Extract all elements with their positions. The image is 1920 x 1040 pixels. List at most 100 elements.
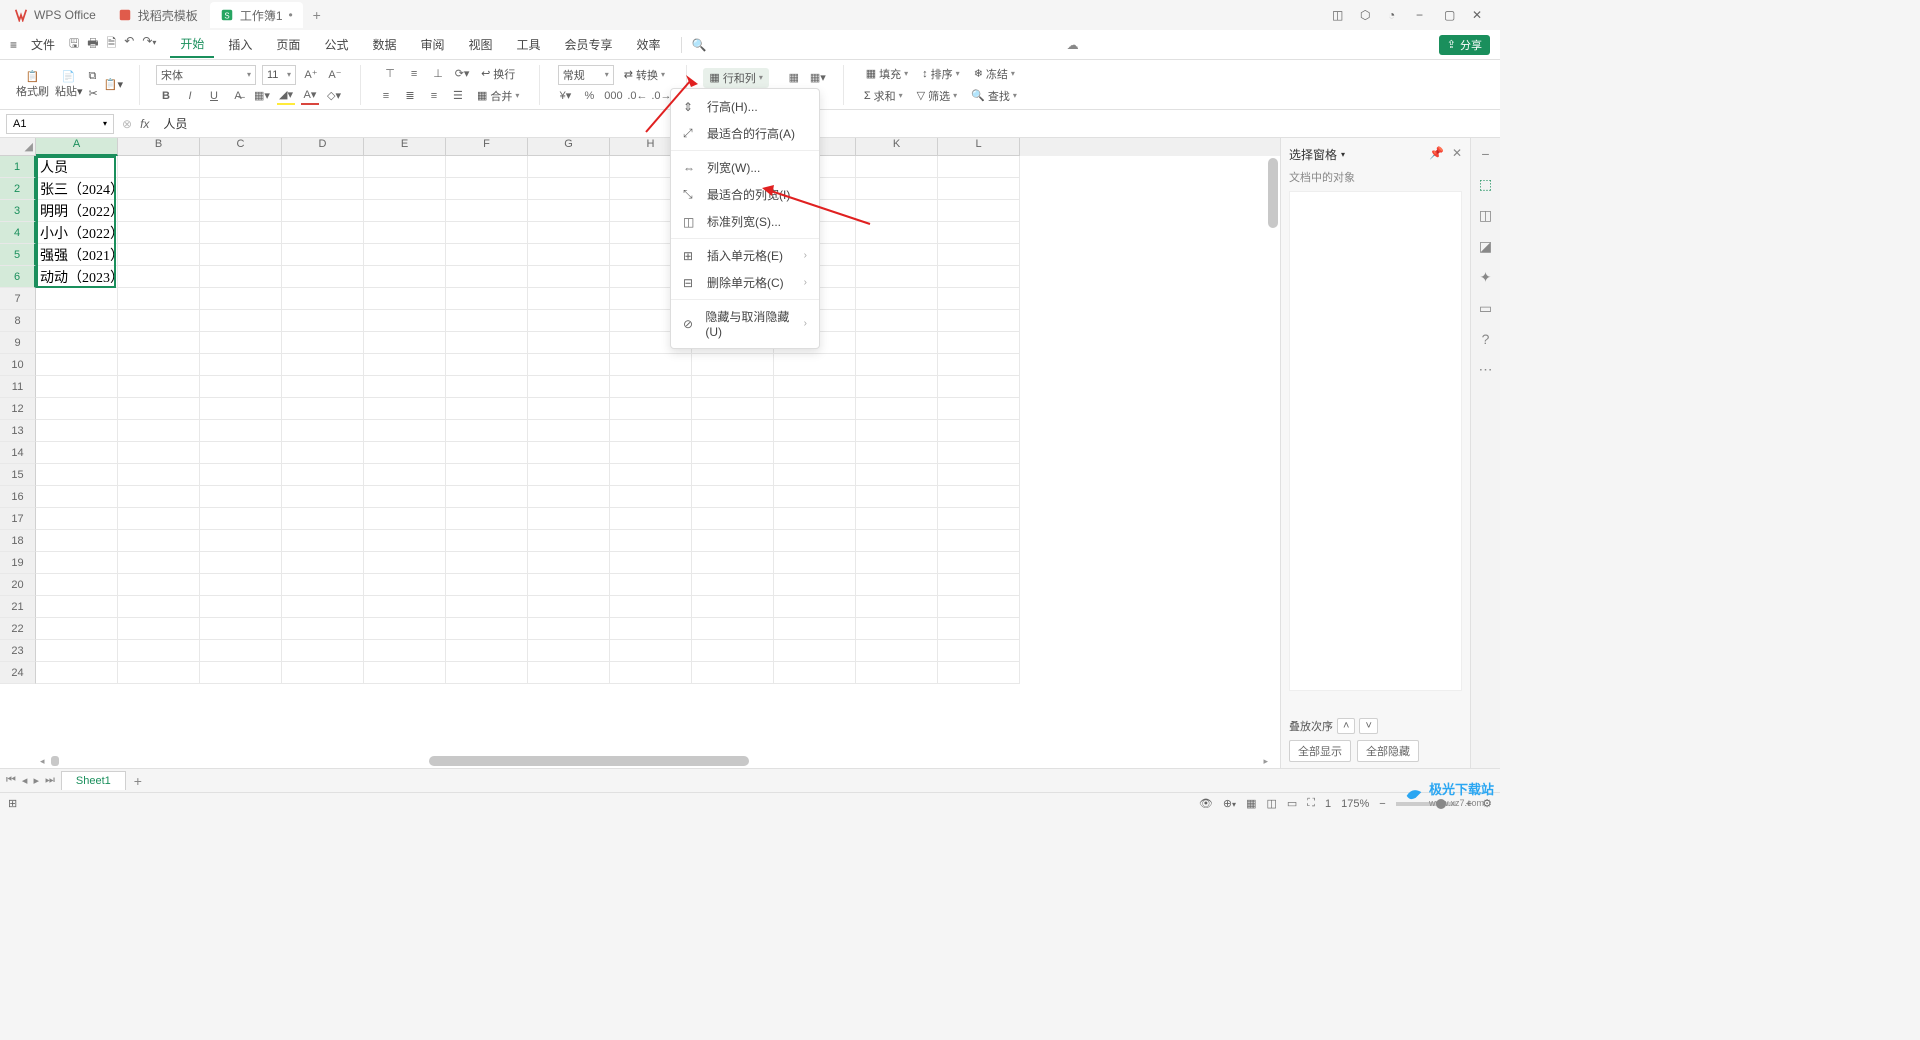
col-header[interactable]: E [364, 138, 446, 156]
font-name-select[interactable]: 宋体▾ [156, 65, 256, 85]
underline-icon[interactable]: U [205, 87, 223, 105]
rail-history-icon[interactable]: ▭ [1479, 300, 1492, 317]
cell[interactable] [446, 398, 528, 420]
cell[interactable] [36, 420, 118, 442]
sum-button[interactable]: Σ 求和▾ [860, 86, 907, 106]
cell[interactable] [856, 156, 938, 178]
cell[interactable] [610, 552, 692, 574]
cell[interactable] [856, 618, 938, 640]
row-header[interactable]: 12 [0, 398, 36, 420]
cell[interactable] [610, 376, 692, 398]
cell[interactable] [774, 662, 856, 684]
cell[interactable] [446, 574, 528, 596]
cell[interactable] [364, 618, 446, 640]
convert-button[interactable]: ⇄ 转换▾ [620, 65, 669, 85]
cell[interactable] [36, 332, 118, 354]
cell[interactable] [282, 552, 364, 574]
cell[interactable] [446, 596, 528, 618]
cell[interactable] [446, 178, 528, 200]
cell[interactable] [118, 354, 200, 376]
cell[interactable] [200, 376, 282, 398]
col-header[interactable]: D [282, 138, 364, 156]
cell[interactable] [774, 442, 856, 464]
cut-icon[interactable]: ✂ [89, 87, 98, 100]
rail-style-icon[interactable]: ◫ [1479, 207, 1492, 224]
name-box[interactable]: A1▾ [6, 114, 114, 134]
menu-member[interactable]: 会员专享 [555, 32, 623, 57]
border-icon[interactable]: ▦▾ [253, 87, 271, 105]
cell[interactable] [36, 310, 118, 332]
increase-font-icon[interactable]: A⁺ [302, 66, 320, 84]
col-header[interactable]: C [200, 138, 282, 156]
row-header[interactable]: 5 [0, 244, 36, 266]
cell[interactable] [774, 354, 856, 376]
cell[interactable] [692, 398, 774, 420]
cell[interactable]: 强强（2021） [36, 244, 118, 266]
strike-icon[interactable]: A̶ [229, 87, 247, 105]
cell[interactable] [610, 640, 692, 662]
wrap-button[interactable]: ↩ 换行 [477, 64, 519, 84]
cell[interactable] [446, 332, 528, 354]
cell[interactable] [200, 640, 282, 662]
menu-std-col[interactable]: ◫标准列宽(S)... [671, 208, 819, 235]
cell[interactable] [200, 420, 282, 442]
cell[interactable] [528, 398, 610, 420]
cell[interactable] [36, 640, 118, 662]
cell[interactable] [36, 552, 118, 574]
cell[interactable] [364, 574, 446, 596]
row-header[interactable]: 4 [0, 222, 36, 244]
align-top-icon[interactable]: ⊤ [381, 65, 399, 83]
cell[interactable] [856, 442, 938, 464]
align-middle-icon[interactable]: ≡ [405, 65, 423, 83]
row-header[interactable]: 6 [0, 266, 36, 288]
menu-col-width[interactable]: ⇔列宽(W)... [671, 154, 819, 181]
cell[interactable] [938, 442, 1020, 464]
cell[interactable] [364, 508, 446, 530]
cell[interactable] [118, 640, 200, 662]
cell[interactable] [774, 530, 856, 552]
cell[interactable] [282, 288, 364, 310]
cell[interactable] [856, 574, 938, 596]
cell[interactable] [856, 640, 938, 662]
cell[interactable] [118, 376, 200, 398]
sheet-first-icon[interactable]: ⏮ [6, 774, 16, 787]
cell[interactable] [364, 640, 446, 662]
cell[interactable] [446, 376, 528, 398]
col-header[interactable]: L [938, 138, 1020, 156]
cell[interactable] [938, 508, 1020, 530]
cell[interactable] [856, 508, 938, 530]
cell[interactable] [36, 486, 118, 508]
cell[interactable]: 人员 [36, 156, 118, 178]
cell[interactable]: 动动（2023） [36, 266, 118, 288]
row-header[interactable]: 14 [0, 442, 36, 464]
justify-icon[interactable]: ☰ [449, 87, 467, 105]
row-header[interactable]: 10 [0, 354, 36, 376]
pin-icon[interactable]: 📌 [1429, 146, 1444, 160]
cell[interactable] [118, 662, 200, 684]
cell[interactable]: 张三（2024） [36, 178, 118, 200]
cell[interactable] [774, 464, 856, 486]
cell[interactable] [856, 552, 938, 574]
view-break-icon[interactable]: ▭ [1287, 797, 1297, 810]
cell[interactable] [938, 618, 1020, 640]
menu-delete-cell[interactable]: ⊟删除单元格(C)› [671, 269, 819, 296]
cell[interactable] [36, 398, 118, 420]
cell[interactable] [364, 662, 446, 684]
copy-icon[interactable]: ⧉ [89, 70, 98, 83]
cell[interactable] [446, 266, 528, 288]
cell[interactable] [200, 552, 282, 574]
cell[interactable] [528, 310, 610, 332]
maximize-icon[interactable]: ▢ [1444, 8, 1458, 22]
row-header[interactable]: 1 [0, 156, 36, 178]
col-header[interactable]: A [36, 138, 118, 156]
cell[interactable] [282, 310, 364, 332]
cell[interactable] [364, 552, 446, 574]
cell[interactable] [610, 464, 692, 486]
cell[interactable] [528, 508, 610, 530]
cell[interactable] [774, 398, 856, 420]
menu-fit-col[interactable]: ⤡最适合的列宽(I) [671, 181, 819, 208]
cell[interactable] [938, 640, 1020, 662]
italic-icon[interactable]: I [181, 87, 199, 105]
cell[interactable] [938, 310, 1020, 332]
cell[interactable] [938, 376, 1020, 398]
